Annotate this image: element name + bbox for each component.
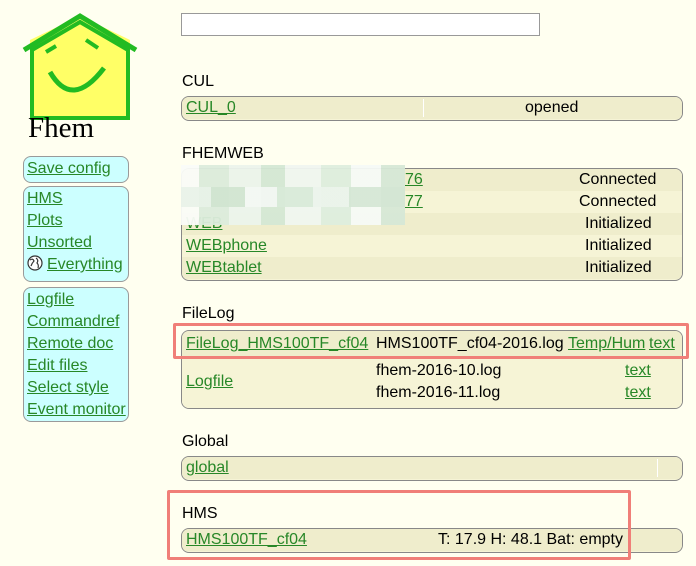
commandref-link[interactable]: Commandref xyxy=(27,311,128,333)
table-row: WEBphone Initialized xyxy=(182,235,682,257)
device-state: Initialized xyxy=(585,259,652,276)
logfile-link[interactable]: Logfile xyxy=(27,289,128,311)
menu-links-box: Logfile Commandref Remote doc Edit files… xyxy=(23,287,129,422)
cell-divider xyxy=(657,459,658,477)
room-link-plots[interactable]: Plots xyxy=(27,210,128,232)
device-link-logfile[interactable]: Logfile xyxy=(186,372,233,392)
device-state: opened xyxy=(525,99,579,116)
logo-text: Fhem xyxy=(28,112,95,144)
room-link-everything[interactable]: Everything xyxy=(27,254,128,276)
table-row: HMS100TF_cf04 T: 17.9 H: 48.1 Bat: empty xyxy=(182,529,682,551)
device-state: Connected xyxy=(579,193,657,210)
device-link-web[interactable]: WEB xyxy=(186,214,222,234)
device-link-fhemweb-76[interactable]: 76 xyxy=(405,170,423,190)
globe-icon xyxy=(27,255,43,271)
global-device-block: global xyxy=(181,456,683,481)
menu-save-box: Save config xyxy=(23,156,129,183)
device-link-webtablet[interactable]: WEBtablet xyxy=(186,258,262,278)
everything-label: Everything xyxy=(47,256,123,273)
device-state: Initialized xyxy=(585,215,652,232)
remote-doc-link[interactable]: Remote doc xyxy=(27,333,128,355)
device-link-cul0[interactable]: CUL_0 xyxy=(186,98,236,118)
table-row: global xyxy=(182,457,682,479)
device-state: Connected xyxy=(579,171,657,188)
edit-files-link[interactable]: Edit files xyxy=(27,355,128,377)
event-monitor-link[interactable]: Event monitor xyxy=(27,399,128,421)
text-link[interactable]: text xyxy=(625,361,651,381)
log-filename: HMS100TF_cf04-2016.log xyxy=(376,335,564,352)
device-link-fhemweb-77[interactable]: 77 xyxy=(405,192,423,212)
command-input[interactable] xyxy=(181,13,540,36)
text-link[interactable]: text xyxy=(649,334,675,354)
group-title-cul: CUL xyxy=(182,73,215,90)
save-config-link[interactable]: Save config xyxy=(27,158,128,180)
text-link[interactable]: text xyxy=(625,383,651,403)
table-row: FileLog_HMS100TF_cf04 HMS100TF_cf04-2016… xyxy=(182,331,682,357)
group-title-global: Global xyxy=(182,433,229,450)
group-title-hms: HMS xyxy=(182,505,218,522)
fhemweb-device-block: 76 Connected 77 Connected WEB Initialize… xyxy=(181,168,683,281)
cul-device-block: CUL_0 opened xyxy=(181,96,683,121)
temp-hum-plot-link[interactable]: Temp/Hum xyxy=(568,334,645,354)
device-link-global[interactable]: global xyxy=(186,458,229,478)
cell-divider xyxy=(423,99,424,117)
device-state: Initialized xyxy=(585,237,652,254)
table-row: WEB Initialized xyxy=(182,213,682,235)
device-state: T: 17.9 H: 48.1 Bat: empty xyxy=(438,531,623,548)
device-link-filelog-hms[interactable]: FileLog_HMS100TF_cf04 xyxy=(186,334,368,354)
log-filename: fhem-2016-10.log xyxy=(376,362,502,379)
hms-device-block: HMS100TF_cf04 T: 17.9 H: 48.1 Bat: empty xyxy=(181,528,683,553)
table-row: Logfile fhem-2016-10.log fhem-2016-11.lo… xyxy=(182,357,682,408)
device-link-hms100tf[interactable]: HMS100TF_cf04 xyxy=(186,530,307,550)
room-link-hms[interactable]: HMS xyxy=(27,188,128,210)
group-title-filelog: FileLog xyxy=(182,305,235,322)
table-row: 77 Connected xyxy=(182,191,682,213)
room-link-unsorted[interactable]: Unsorted xyxy=(27,232,128,254)
device-link-webphone[interactable]: WEBphone xyxy=(186,236,267,256)
group-title-fhemweb: FHEMWEB xyxy=(182,145,264,162)
table-row: WEBtablet Initialized xyxy=(182,257,682,279)
filelog-device-block: FileLog_HMS100TF_cf04 HMS100TF_cf04-2016… xyxy=(181,330,683,409)
table-row: CUL_0 opened xyxy=(182,97,682,119)
select-style-link[interactable]: Select style xyxy=(27,377,128,399)
log-filename: fhem-2016-11.log xyxy=(376,384,501,401)
menu-rooms-box: HMS Plots Unsorted Everything xyxy=(23,186,129,282)
table-row: 76 Connected xyxy=(182,169,682,191)
